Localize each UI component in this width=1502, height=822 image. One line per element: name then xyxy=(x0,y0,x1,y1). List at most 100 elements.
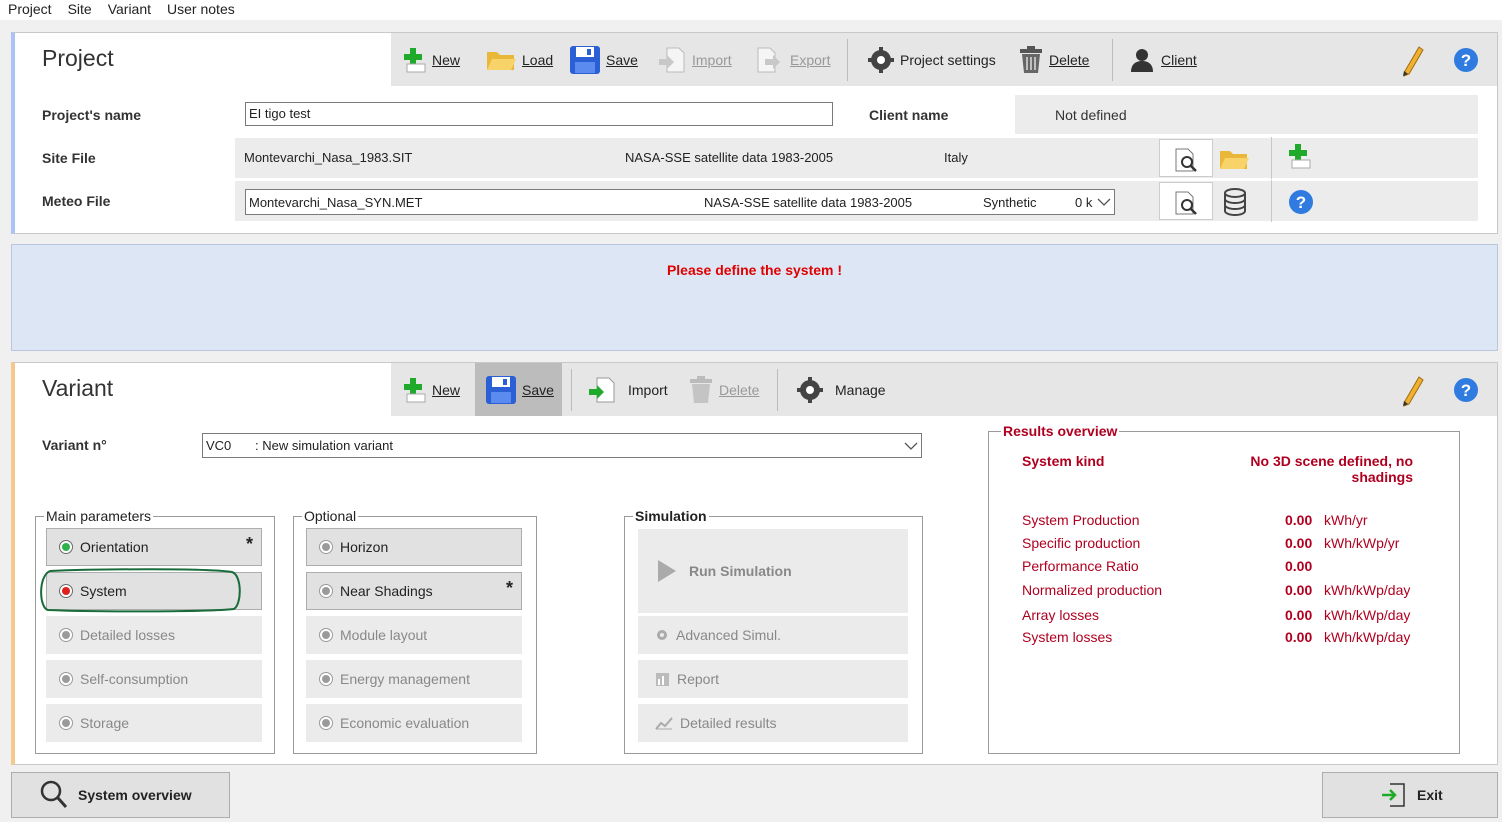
menu-variant[interactable]: Variant xyxy=(106,0,159,20)
optional-group: Optional Horizon Near Shadings * Module … xyxy=(293,508,537,754)
module-layout-button[interactable]: Module layout xyxy=(306,616,522,654)
variant-title: Variant xyxy=(42,375,114,401)
variant-save-button[interactable]: Save xyxy=(475,363,562,416)
gear-icon xyxy=(657,630,667,640)
near-shadings-button[interactable]: Near Shadings * xyxy=(306,572,522,610)
magnifier-doc-icon xyxy=(1175,191,1197,215)
site-open-folder-icon[interactable] xyxy=(1218,147,1250,171)
main-parameters-group: Main parameters Orientation * System Det… xyxy=(35,508,275,754)
results-overview-label: Results overview xyxy=(1001,423,1120,439)
self-consumption-button[interactable]: Self-consumption xyxy=(46,660,262,698)
define-system-message: Please define the system ! xyxy=(666,262,843,278)
horizon-button[interactable]: Horizon xyxy=(306,528,522,566)
meteo-source: NASA-SSE satellite data 1983-2005 xyxy=(704,195,913,210)
menu-site[interactable]: Site xyxy=(66,0,100,20)
help-icon[interactable]: ? xyxy=(1453,47,1479,73)
variant-number-label: Variant n° xyxy=(42,437,107,453)
economic-evaluation-button[interactable]: Economic evaluation xyxy=(306,704,522,742)
meteo-help-icon[interactable]: ? xyxy=(1288,189,1314,215)
orientation-button[interactable]: Orientation * xyxy=(46,528,262,566)
results-overview-group: Results overview System kind No 3D scene… xyxy=(988,423,1460,754)
exit-door-icon xyxy=(1382,783,1405,807)
result-row: System Production 0.00 kWh/yr xyxy=(1022,512,1368,528)
report-button[interactable]: Report xyxy=(638,660,908,698)
gear-icon xyxy=(868,46,894,73)
client-name-value: Not defined xyxy=(1055,107,1127,123)
variant-select[interactable]: VC0 : New simulation variant xyxy=(202,433,922,458)
variant-panel: Variant New Save Import Delete Manage ? … xyxy=(11,362,1498,765)
simulation-group: Simulation Run Simulation Advanced Simul… xyxy=(624,508,923,754)
status-grey-icon xyxy=(319,716,333,730)
variant-description: : New simulation variant xyxy=(255,438,393,453)
magnifier-doc-icon xyxy=(1175,148,1197,172)
status-grey-icon xyxy=(319,540,333,554)
floppy-save-icon xyxy=(486,375,516,404)
energy-management-button[interactable]: Energy management xyxy=(306,660,522,698)
exit-button[interactable]: Exit xyxy=(1322,772,1498,818)
svg-text:?: ? xyxy=(1461,51,1471,70)
project-title: Project xyxy=(42,45,114,71)
site-view-button[interactable] xyxy=(1159,139,1213,177)
project-load-button[interactable]: Load xyxy=(485,33,553,86)
system-overview-button[interactable]: System overview xyxy=(11,772,230,818)
chevron-down-icon xyxy=(1097,198,1111,206)
result-row: Specific production 0.00 kWh/kWp/yr xyxy=(1022,535,1400,551)
project-import-button[interactable]: Import xyxy=(657,33,732,86)
project-new-button[interactable]: New xyxy=(401,33,460,86)
detailed-results-button[interactable]: Detailed results xyxy=(638,704,908,742)
meteo-extra: 0 k xyxy=(1075,195,1093,210)
result-row: System losses 0.00 kWh/kWp/day xyxy=(1022,629,1411,645)
variant-manage-button[interactable]: Manage xyxy=(796,363,886,416)
project-client-button[interactable]: Client xyxy=(1128,33,1197,86)
svg-text:?: ? xyxy=(1461,381,1471,400)
modified-star-icon: * xyxy=(505,578,513,598)
menu-bar: Project Site Variant User notes xyxy=(0,0,1502,20)
meteo-file-label: Meteo File xyxy=(42,193,111,209)
pencil-edit-icon[interactable] xyxy=(1401,45,1425,77)
database-icon[interactable] xyxy=(1222,188,1248,216)
search-icon xyxy=(40,780,68,808)
modified-star-icon: * xyxy=(245,534,253,554)
floppy-save-icon xyxy=(570,45,600,74)
client-name-label: Client name xyxy=(869,107,949,123)
status-green-icon xyxy=(59,540,73,554)
project-settings-button[interactable]: Project settings xyxy=(867,33,996,86)
storage-button[interactable]: Storage xyxy=(46,704,262,742)
advanced-simulation-button[interactable]: Advanced Simul. xyxy=(638,616,908,654)
variant-delete-button[interactable]: Delete xyxy=(688,363,759,416)
trash-icon xyxy=(1020,45,1042,73)
project-header: Project New Load Save Import Export Proj… xyxy=(15,33,1497,86)
meteo-view-button[interactable] xyxy=(1159,182,1213,220)
simulation-label: Simulation xyxy=(633,508,709,524)
site-file-name: Montevarchi_Nasa_1983.SIT xyxy=(244,150,413,165)
meteo-file-select[interactable]: Montevarchi_Nasa_SYN.MET NASA-SSE satell… xyxy=(245,189,1115,215)
status-grey-icon xyxy=(59,716,73,730)
report-icon xyxy=(656,672,669,686)
site-file-label: Site File xyxy=(42,150,96,166)
project-name-label: Project's name xyxy=(42,107,142,123)
menu-project[interactable]: Project xyxy=(6,0,60,20)
detailed-losses-button[interactable]: Detailed losses xyxy=(46,616,262,654)
pencil-edit-icon[interactable] xyxy=(1401,375,1425,407)
import-icon xyxy=(659,47,685,72)
message-area: Please define the system ! xyxy=(11,244,1498,351)
site-new-plus-icon[interactable] xyxy=(1286,142,1312,170)
project-name-input[interactable]: EI tigo test xyxy=(245,102,833,126)
main-parameters-label: Main parameters xyxy=(44,508,154,524)
variant-code: VC0 xyxy=(206,438,232,453)
project-export-button[interactable]: Export xyxy=(755,33,830,86)
variant-import-button[interactable]: Import xyxy=(587,363,668,416)
project-delete-button[interactable]: Delete xyxy=(1018,33,1089,86)
plus-icon xyxy=(404,377,426,402)
run-simulation-button[interactable]: Run Simulation xyxy=(638,529,908,613)
plus-icon xyxy=(404,47,426,72)
gear-icon xyxy=(797,376,823,403)
site-country: Italy xyxy=(944,150,968,165)
meteo-file-name: Montevarchi_Nasa_SYN.MET xyxy=(249,195,423,210)
variant-new-button[interactable]: New xyxy=(401,363,460,416)
result-row: Normalized production 0.00 kWh/kWp/day xyxy=(1022,582,1411,598)
help-icon[interactable]: ? xyxy=(1453,377,1479,403)
menu-user-notes[interactable]: User notes xyxy=(165,0,243,20)
project-save-button[interactable]: Save xyxy=(569,33,638,86)
variant-header: Variant New Save Import Delete Manage ? xyxy=(15,363,1497,416)
